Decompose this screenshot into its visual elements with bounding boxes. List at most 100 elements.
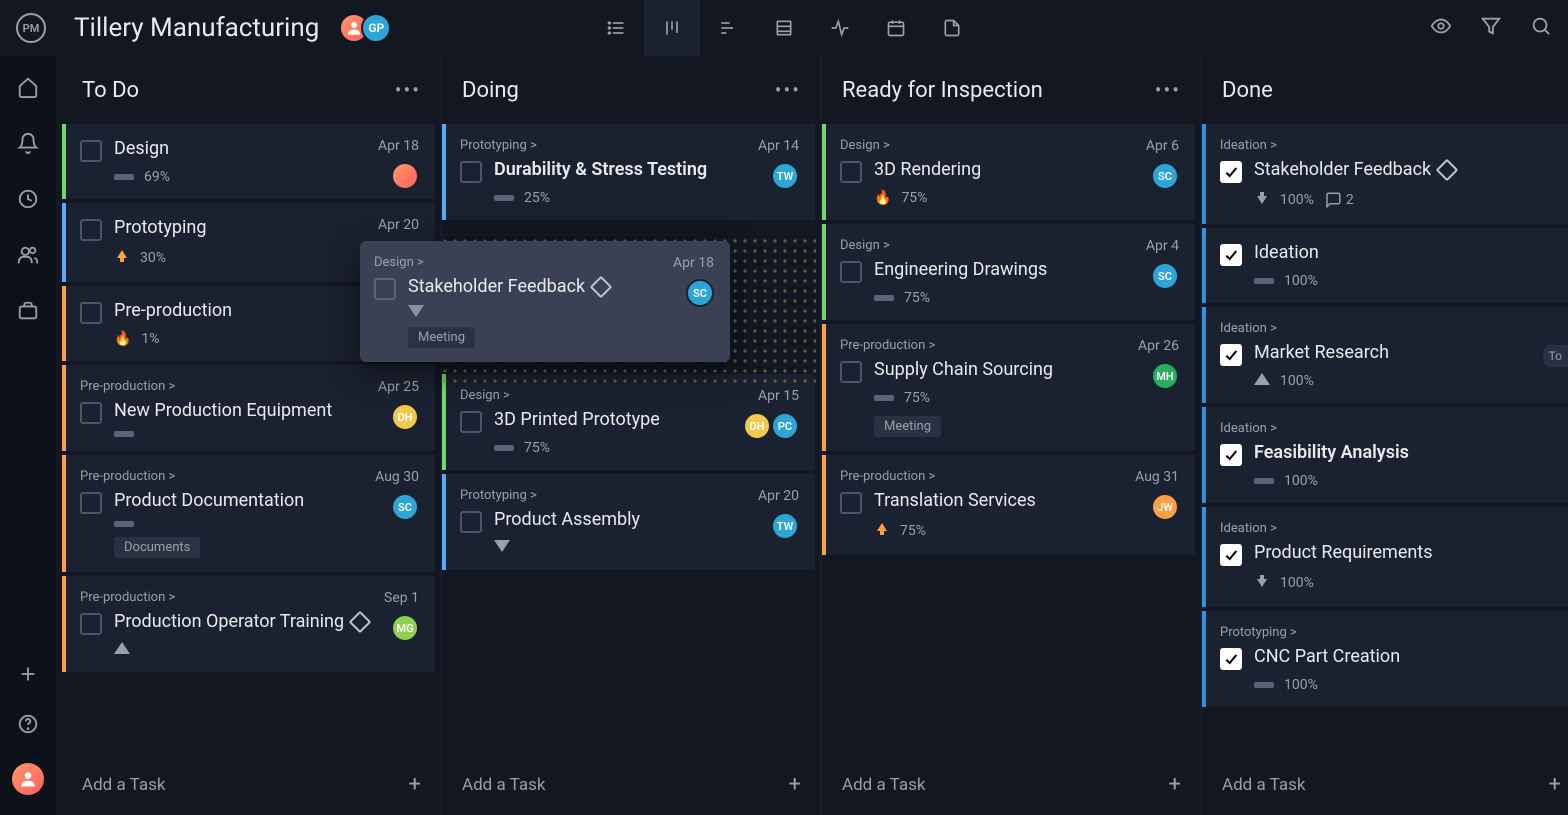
add-icon[interactable] — [17, 663, 39, 689]
user-avatar[interactable] — [12, 763, 44, 795]
card-breadcrumb: Ideation > — [1220, 321, 1557, 336]
assignee-avatar[interactable]: MG — [391, 614, 419, 642]
view-files-icon[interactable] — [924, 0, 980, 56]
card-progress: 25% — [524, 190, 550, 206]
notifications-icon[interactable] — [17, 132, 39, 158]
card-title: Durability & Stress Testing — [494, 159, 797, 180]
assignee-avatar[interactable]: TW — [771, 162, 799, 190]
assignee-avatar[interactable]: SC — [1151, 162, 1179, 190]
task-checkbox[interactable] — [460, 411, 482, 433]
task-checkbox[interactable] — [840, 261, 862, 283]
assignee-avatar[interactable] — [391, 162, 419, 190]
card-date: Apr 25 — [378, 379, 419, 395]
view-activity-icon[interactable] — [812, 0, 868, 56]
assignee-avatar[interactable]: SC — [686, 279, 714, 307]
add-task-button[interactable]: Add a Task + — [822, 754, 1201, 815]
task-checkbox[interactable] — [840, 361, 862, 383]
view-sheet-icon[interactable] — [756, 0, 812, 56]
card-progress: 100% — [1280, 373, 1314, 389]
task-card[interactable]: Pre-production > Production Operator Tra… — [62, 576, 435, 672]
task-checkbox[interactable] — [1220, 161, 1242, 183]
task-checkbox[interactable] — [80, 219, 102, 241]
comments-icon[interactable]: 2 — [1324, 191, 1354, 209]
task-checkbox[interactable] — [840, 161, 862, 183]
view-calendar-icon[interactable] — [868, 0, 924, 56]
task-checkbox[interactable] — [80, 492, 102, 514]
assignee-avatar[interactable]: SC — [1151, 262, 1179, 290]
dragging-card[interactable]: Design > Stakeholder Feedback Meeting Ap… — [360, 241, 730, 362]
column-menu-icon[interactable]: ••• — [775, 78, 801, 102]
project-title[interactable]: Tillery Manufacturing — [74, 13, 319, 43]
column-menu-icon[interactable]: ••• — [395, 78, 421, 102]
milestone-icon — [590, 275, 613, 298]
task-checkbox[interactable] — [80, 613, 102, 635]
portfolio-icon[interactable] — [17, 300, 39, 326]
add-task-button[interactable]: Add a Task + — [62, 754, 441, 815]
help-icon[interactable] — [17, 713, 39, 739]
view-gantt-icon[interactable] — [700, 0, 756, 56]
assignee-avatar[interactable]: MH — [1151, 362, 1179, 390]
priority-up-icon — [114, 248, 130, 268]
home-icon[interactable] — [17, 76, 39, 102]
card-breadcrumb: Design > — [374, 255, 712, 270]
task-checkbox[interactable] — [80, 402, 102, 424]
kanban-column: To Do ••• Design 69% — [62, 56, 442, 815]
task-card[interactable]: Pre-production > Product Documentation D… — [62, 455, 435, 572]
kanban-column: Done Ideation > Stakeholder Feedback 100… — [1202, 56, 1568, 815]
task-checkbox[interactable] — [1220, 344, 1242, 366]
task-card[interactable]: Ideation > Stakeholder Feedback 100% 2 — [1202, 124, 1568, 224]
task-checkbox[interactable] — [1220, 544, 1242, 566]
assignee-stack: SC — [1151, 262, 1179, 290]
assignee-avatar[interactable]: JW — [1151, 493, 1179, 521]
topbar: PM Tillery Manufacturing GP — [0, 0, 1568, 56]
card-tag: Meeting — [874, 416, 941, 437]
task-card[interactable]: Ideation 100% — [1202, 228, 1568, 303]
filter-icon[interactable] — [1480, 15, 1502, 41]
assignee-avatar[interactable]: PC — [771, 412, 799, 440]
task-checkbox[interactable] — [80, 140, 102, 162]
search-icon[interactable] — [1530, 15, 1552, 41]
task-checkbox[interactable] — [1220, 244, 1242, 266]
task-checkbox[interactable] — [374, 278, 396, 300]
column-menu-icon[interactable]: ••• — [1155, 78, 1181, 102]
visibility-icon[interactable] — [1430, 15, 1452, 41]
assignee-avatar[interactable]: DH — [743, 412, 771, 440]
assignee-avatar[interactable]: DH — [391, 403, 419, 431]
collapsed-info-badge[interactable]: To — [1543, 345, 1568, 367]
priority-triangle-down-icon — [494, 540, 510, 556]
task-checkbox[interactable] — [460, 161, 482, 183]
sidebar — [0, 56, 56, 815]
task-checkbox[interactable] — [460, 511, 482, 533]
add-task-button[interactable]: Add a Task + — [1202, 754, 1568, 815]
task-checkbox[interactable] — [80, 302, 102, 324]
task-card[interactable]: Ideation > Product Requirements 100% — [1202, 507, 1568, 607]
task-card[interactable]: Design 69% Apr 18 — [62, 124, 435, 199]
task-card[interactable]: Design > 3D Rendering 🔥 75% Apr 6 — [822, 124, 1195, 220]
app-logo[interactable]: PM — [16, 13, 46, 43]
task-card[interactable]: Pre-production > Translation Services 75… — [822, 455, 1195, 555]
task-card[interactable]: Ideation > Feasibility Analysis 100% — [1202, 407, 1568, 503]
column-header: Doing ••• — [442, 56, 821, 124]
task-card[interactable]: Prototyping > Durability & Stress Testin… — [442, 124, 815, 220]
task-checkbox[interactable] — [1220, 648, 1242, 670]
priority-bar-icon — [1254, 478, 1274, 484]
view-list-icon[interactable] — [588, 0, 644, 56]
assignee-avatar[interactable]: SC — [391, 493, 419, 521]
team-icon[interactable] — [17, 244, 39, 270]
assignee-avatar[interactable]: TW — [771, 512, 799, 540]
task-card[interactable]: Prototyping > Product Assembly Apr — [442, 474, 815, 570]
task-card[interactable]: Ideation > Market Research 100% — [1202, 307, 1568, 403]
task-card[interactable]: Pre-production > Supply Chain Sourcing 7… — [822, 324, 1195, 451]
recent-icon[interactable] — [17, 188, 39, 214]
task-checkbox[interactable] — [840, 492, 862, 514]
task-card[interactable]: Prototyping > CNC Part Creation 100% — [1202, 611, 1568, 707]
task-card[interactable]: Pre-production > New Production Equipmen… — [62, 365, 435, 451]
project-members[interactable]: GP — [339, 13, 391, 43]
avatar[interactable]: GP — [361, 13, 391, 43]
task-card[interactable]: Design > 3D Printed Prototype 75% A — [442, 374, 815, 470]
view-board-icon[interactable] — [644, 0, 700, 56]
card-tag: Meeting — [408, 327, 475, 348]
task-checkbox[interactable] — [1220, 444, 1242, 466]
add-task-button[interactable]: Add a Task + — [442, 754, 821, 815]
task-card[interactable]: Design > Engineering Drawings 75% A — [822, 224, 1195, 320]
